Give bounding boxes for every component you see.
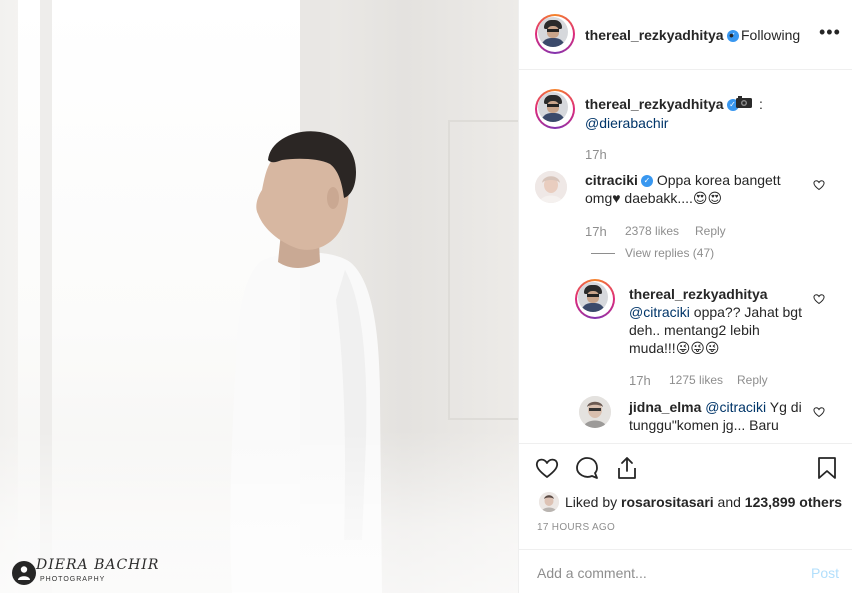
reply-reply-button[interactable]: Reply <box>737 373 768 387</box>
photo-watermark: DIERA BACHIR <box>36 557 160 573</box>
comment-timestamp[interactable]: 17h <box>585 224 607 239</box>
author-avatar[interactable] <box>535 14 575 54</box>
liked-by-others-link[interactable]: 123,899 others <box>745 494 842 510</box>
post-actions: Liked by rosarositasari and 123,899 othe… <box>519 443 852 593</box>
reply-like-heart-icon[interactable] <box>813 293 825 305</box>
commenter-avatar[interactable] <box>535 171 567 203</box>
post-comment-button[interactable]: Post <box>811 565 839 581</box>
reply-text: jidna_elma @citraciki Yg di tunggu"komen… <box>629 398 805 434</box>
reply-username[interactable]: thereal_rezkyadhitya <box>629 286 768 302</box>
reply-mention-link[interactable]: @citraciki <box>629 304 690 320</box>
caption-author-avatar[interactable] <box>535 89 575 129</box>
liked-by-summary: Liked by rosarositasari and 123,899 othe… <box>565 494 842 510</box>
reply-mention-link[interactable]: @citraciki <box>705 399 766 415</box>
comment-likes[interactable]: 2378 likes <box>625 224 679 238</box>
comment-text: citraciki ✓ Oppa korea bangett omg♥ daeba… <box>585 171 805 207</box>
author-username[interactable]: thereal_rezkyadhitya ✓ <box>585 27 739 43</box>
comments-list[interactable]: thereal_rezkyadhitya ✓ : @dierabachir 17h… <box>519 71 852 443</box>
reply-text: thereal_rezkyadhitya @citraciki oppa?? J… <box>629 285 805 357</box>
user-tag-icon[interactable] <box>12 561 36 585</box>
view-replies-line <box>591 253 615 254</box>
heart-icon[interactable] <box>535 456 559 480</box>
reply-author-avatar[interactable] <box>575 279 615 319</box>
post-photo[interactable]: DIERA BACHIR PHOTOGRAPHY <box>0 0 518 593</box>
view-replies-button[interactable]: View replies (47) <box>625 246 714 260</box>
reply-timestamp[interactable]: 17h <box>629 373 651 388</box>
reply-likes[interactable]: 1275 likes <box>669 373 723 387</box>
camera-icon <box>736 96 752 108</box>
caption-mention-link[interactable]: @dierabachir <box>585 115 668 131</box>
add-comment-bar: Post <box>519 549 852 593</box>
liked-by-prefix: Liked by <box>565 494 618 510</box>
comment-icon[interactable] <box>575 456 599 480</box>
verified-badge-icon: ✓ <box>640 175 653 188</box>
reply-like-heart-icon[interactable] <box>813 406 825 418</box>
liked-by-user-link[interactable]: rosarositasari <box>621 494 714 510</box>
bookmark-icon[interactable] <box>815 456 839 480</box>
add-comment-input[interactable] <box>537 562 787 584</box>
reply-username[interactable]: jidna_elma <box>629 399 701 415</box>
comment-username[interactable]: citraciki <box>585 172 638 188</box>
caption-colon: : <box>759 96 763 112</box>
header-separator: • <box>729 27 734 43</box>
following-button[interactable]: Following <box>741 27 800 43</box>
comment-like-heart-icon[interactable] <box>813 179 825 191</box>
photo-watermark-subtitle: PHOTOGRAPHY <box>40 576 106 583</box>
instagram-post: DIERA BACHIR PHOTOGRAPHY thereal_rezkyad… <box>0 0 852 593</box>
post-header: thereal_rezkyadhitya ✓ • Following ••• <box>519 0 852 70</box>
liked-by-and: and <box>717 494 741 510</box>
more-horizontal-icon[interactable]: ••• <box>819 22 841 43</box>
comment-reply-button[interactable]: Reply <box>695 224 726 238</box>
post-timestamp[interactable]: 17 HOURS AGO <box>537 522 615 533</box>
caption-username[interactable]: thereal_rezkyadhitya ✓ <box>585 96 739 112</box>
liker-avatar[interactable] <box>539 492 559 512</box>
post-sidebar: thereal_rezkyadhitya ✓ • Following ••• th… <box>518 0 852 593</box>
reply-author-avatar[interactable] <box>579 396 611 428</box>
caption-timestamp[interactable]: 17h <box>585 147 607 162</box>
share-icon[interactable] <box>615 456 639 480</box>
